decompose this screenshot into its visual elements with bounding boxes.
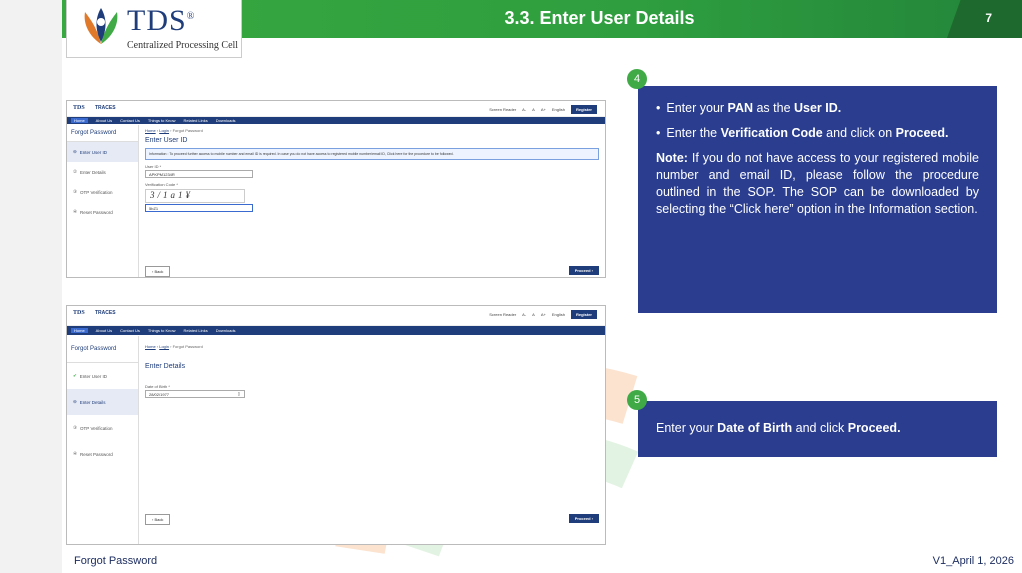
- dob-label: Date of Birth *: [145, 384, 170, 389]
- step-reset-password: ④ Reset Password: [73, 209, 113, 215]
- tds-logo-icon: [84, 8, 118, 44]
- font-increase[interactable]: A+: [541, 312, 546, 317]
- nav-related[interactable]: Related Links: [184, 118, 208, 123]
- user-id-input[interactable]: APKPM1234R: [145, 170, 253, 178]
- callout-step-5: Enter your Date of Birth and click Proce…: [638, 401, 997, 457]
- traces-app-name: TRACES: [95, 105, 116, 111]
- screenshot-enter-user-id: TDS TRACES Screen Reader A- A A+ English…: [66, 100, 606, 278]
- information-banner: Information : To proceed further access …: [145, 148, 599, 160]
- captcha-label: Verification Code *: [145, 182, 178, 187]
- callout-bullet: • Enter your PAN as the User ID.: [656, 101, 842, 115]
- font-decrease[interactable]: A-: [522, 312, 526, 317]
- step-5-badge: 5: [627, 390, 647, 410]
- page-heading: Enter User ID: [145, 137, 188, 144]
- traces-logo: TDS: [73, 105, 85, 111]
- traces-app-name: TRACES: [95, 310, 116, 316]
- callout-note: Note: If you do not have access to your …: [656, 151, 979, 216]
- user-id-label: User ID *: [145, 164, 162, 169]
- nav-about[interactable]: About Us: [96, 328, 112, 333]
- left-margin-bar: [0, 0, 62, 573]
- traces-nav: Home About Us Contact Us Things to Know …: [67, 117, 605, 124]
- nav-things[interactable]: Things to Know: [148, 118, 176, 123]
- page-heading: Enter Details: [145, 363, 186, 370]
- register-button[interactable]: Register: [570, 310, 597, 319]
- nav-home[interactable]: Home: [71, 118, 88, 123]
- traces-topbar: TDS TRACES Screen Reader A- A A+ English…: [67, 101, 605, 117]
- callout-step-4: • Enter your PAN as the User ID. • Enter…: [638, 86, 997, 313]
- steps-sidebar: Forgot Password ✔ Enter User ID ⊖ Enter De…: [67, 336, 139, 544]
- dob-input[interactable]: 28/02/1977 ▯: [145, 390, 245, 398]
- logo-subtitle: Centralized Processing Cell: [127, 40, 239, 51]
- page-number: 7: [985, 11, 992, 25]
- step-icon: ④: [73, 209, 78, 214]
- step-icon: ③: [73, 425, 78, 430]
- back-button[interactable]: ‹ Back: [145, 266, 171, 277]
- nav-contact[interactable]: Contact Us: [120, 328, 140, 333]
- step-reset-password: ④ Reset Password: [73, 451, 113, 457]
- traces-topbar: TDS TRACES Screen Reader A- A A+ English…: [67, 306, 605, 326]
- nav-home[interactable]: Home: [71, 328, 88, 333]
- steps-sidebar: Forgot Password ⊖ Enter User ID ② Enter De…: [67, 125, 139, 277]
- language-select[interactable]: English: [552, 107, 565, 112]
- nav-downloads[interactable]: Downloads: [216, 118, 236, 123]
- screen-reader-link[interactable]: Screen Reader: [489, 107, 516, 112]
- step-4-badge: 4: [627, 69, 647, 89]
- main-content: Home › Login › Forgot Password Enter Det…: [145, 336, 599, 544]
- calendar-icon[interactable]: ▯: [238, 391, 240, 396]
- nav-things[interactable]: Things to Know: [148, 328, 176, 333]
- step-enter-details: ⊖ Enter Details: [67, 389, 138, 415]
- topbar-tools: Screen Reader A- A A+ English Register: [489, 310, 597, 319]
- step-icon: ②: [73, 169, 78, 174]
- main-content: Home › Login › Forgot Password Enter Use…: [145, 125, 599, 277]
- nav-related[interactable]: Related Links: [184, 328, 208, 333]
- traces-logo: TDS: [73, 310, 85, 316]
- step-icon: ④: [73, 451, 78, 456]
- traces-nav: Home About Us Contact Us Things to Know …: [67, 326, 605, 335]
- step-icon: ⊖: [73, 399, 77, 404]
- font-normal[interactable]: A: [532, 107, 535, 112]
- breadcrumb: Home › Login › Forgot Password: [145, 344, 203, 349]
- step-icon: ③: [73, 189, 78, 194]
- nav-about[interactable]: About Us: [96, 118, 112, 123]
- nav-contact[interactable]: Contact Us: [120, 118, 140, 123]
- step-otp-verification: ③ OTP Verification: [73, 425, 113, 431]
- language-select[interactable]: English: [552, 312, 565, 317]
- check-icon: ✔: [73, 373, 77, 378]
- back-button[interactable]: ‹ Back: [145, 514, 171, 525]
- screen-reader-link[interactable]: Screen Reader: [489, 312, 516, 317]
- captcha-image: 3/1a1¥: [145, 189, 245, 203]
- logo-text: TDS®: [127, 4, 196, 37]
- font-increase[interactable]: A+: [541, 107, 546, 112]
- proceed-button[interactable]: Proceed ›: [568, 514, 599, 523]
- font-decrease[interactable]: A-: [522, 107, 526, 112]
- step-icon: ⊖: [73, 149, 77, 154]
- proceed-button[interactable]: Proceed ›: [568, 266, 599, 275]
- step-enter-details: ② Enter Details: [73, 169, 106, 175]
- footer-version: V1_April 1, 2026: [932, 555, 1014, 567]
- step-otp-verification: ③ OTP Verification: [73, 189, 113, 195]
- step-enter-user-id: ✔ Enter User ID: [73, 373, 108, 379]
- callout-bullet: • Enter the Verification Code and click …: [656, 126, 949, 140]
- breadcrumb: Home › Login › Forgot Password: [145, 128, 203, 133]
- footer-section-name: Forgot Password: [74, 555, 158, 567]
- topbar-tools: Screen Reader A- A A+ English Register: [489, 105, 597, 114]
- step-enter-user-id: ⊖ Enter User ID: [67, 142, 138, 162]
- sidebar-title: Forgot Password: [67, 336, 138, 363]
- register-button[interactable]: Register: [570, 105, 597, 114]
- nav-downloads[interactable]: Downloads: [216, 328, 236, 333]
- screenshot-enter-details: TDS TRACES Screen Reader A- A A+ English…: [66, 305, 606, 545]
- font-normal[interactable]: A: [532, 312, 535, 317]
- captcha-input[interactable]: 5bZ1: [145, 204, 253, 212]
- sidebar-title: Forgot Password: [67, 125, 138, 142]
- tds-logo: TDS® Centralized Processing Cell: [66, 0, 242, 58]
